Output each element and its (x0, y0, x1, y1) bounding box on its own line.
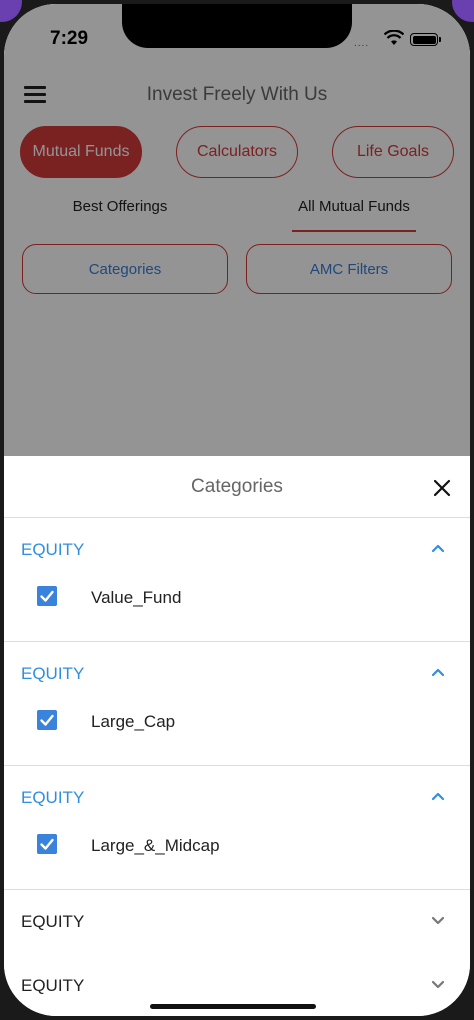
category-group: EQUITY (4, 890, 470, 954)
chevron-down-icon[interactable] (430, 978, 446, 990)
category-group-label: EQUITY (21, 788, 85, 807)
category-group: EQUITY Large_Cap (4, 642, 470, 766)
chevron-up-icon[interactable] (430, 790, 446, 802)
device-frame: 7:29 .... Invest Freely With Us Mutual F… (0, 0, 474, 1020)
category-group-header[interactable]: EQUITY (4, 518, 470, 582)
chevron-up-icon[interactable] (430, 542, 446, 554)
category-group: EQUITY Value_Fund (4, 518, 470, 642)
category-item-label: Value_Fund (91, 588, 182, 607)
category-item[interactable]: Large_Cap (4, 706, 470, 766)
category-group-header[interactable]: EQUITY (4, 766, 470, 830)
category-group-header[interactable]: EQUITY (4, 642, 470, 706)
categories-sheet: Categories EQUITY Value_Fund EQUITY Larg… (4, 456, 470, 1016)
chevron-up-icon[interactable] (430, 666, 446, 678)
category-item[interactable]: Large_&_Midcap (4, 830, 470, 890)
sheet-header: Categories (4, 456, 470, 518)
category-group-label: EQUITY (21, 912, 85, 931)
chevron-down-icon[interactable] (430, 914, 446, 926)
category-group-label: EQUITY (21, 540, 85, 559)
category-group-label: EQUITY (21, 664, 85, 683)
category-group-header[interactable]: EQUITY (4, 890, 470, 954)
category-item-label: Large_Cap (91, 712, 176, 731)
close-icon[interactable] (432, 478, 452, 498)
modal-overlay[interactable] (4, 4, 470, 456)
checkbox-checked-icon[interactable] (37, 710, 57, 730)
home-indicator[interactable] (150, 1004, 316, 1009)
category-group-label: EQUITY (21, 976, 85, 995)
category-group: EQUITY Large_&_Midcap (4, 766, 470, 890)
category-item[interactable]: Value_Fund (4, 582, 470, 642)
sheet-title: Categories (191, 476, 283, 497)
category-item-label: Large_&_Midcap (91, 836, 220, 855)
checkbox-checked-icon[interactable] (37, 586, 57, 606)
screen: 7:29 .... Invest Freely With Us Mutual F… (4, 4, 470, 1016)
checkbox-checked-icon[interactable] (37, 834, 57, 854)
